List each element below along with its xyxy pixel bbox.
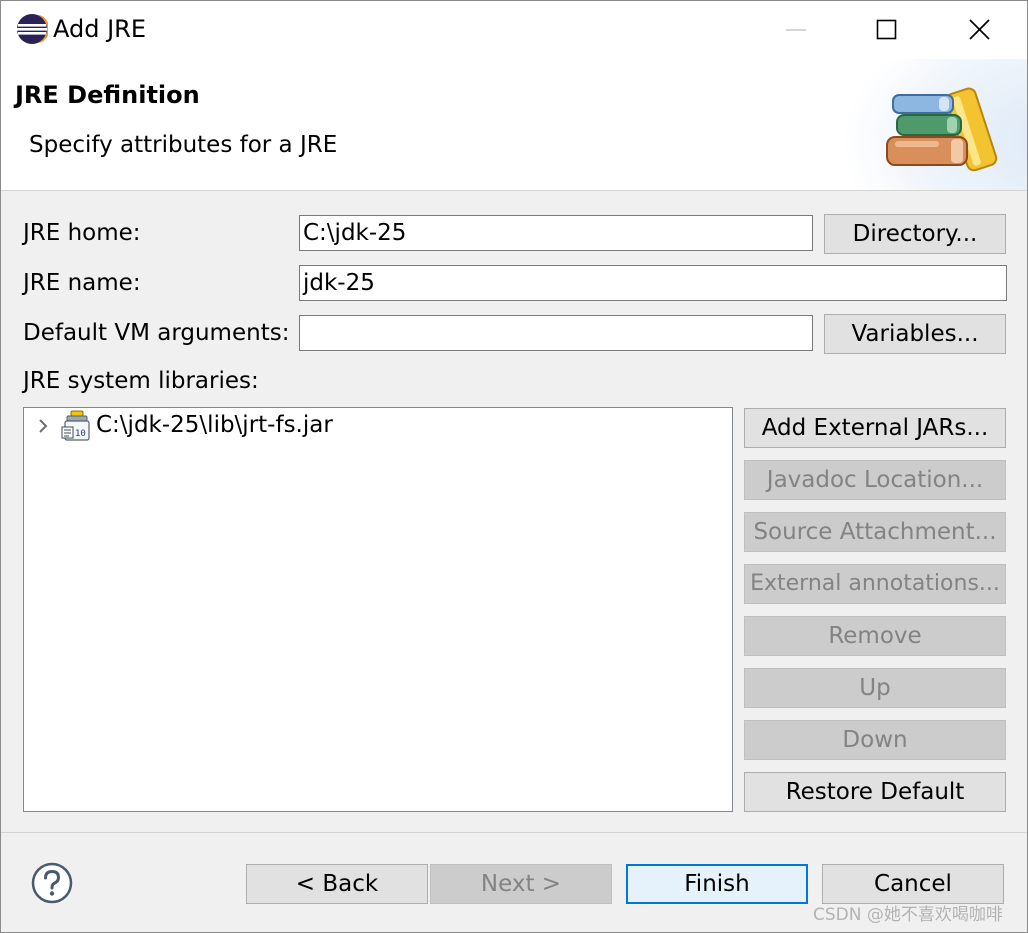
maximize-button[interactable] [863,1,909,59]
restore-default-button[interactable]: Restore Default [744,772,1006,812]
directory-button[interactable]: Directory... [824,214,1006,254]
jre-name-field[interactable]: jdk-25 [299,265,1007,301]
jre-home-field[interactable]: C:\jdk-25 [299,215,813,251]
source-attachment-button[interactable]: Source Attachment... [744,512,1006,552]
watermark: CSDN @她不喜欢喝咖啡 [813,905,1003,925]
title-bar: Add JRE [1,1,1027,59]
variables-button[interactable]: Variables... [824,314,1006,354]
finish-button[interactable]: Finish [626,864,808,904]
close-button[interactable] [956,1,1002,59]
vm-arguments-label: Default VM arguments: [23,320,290,346]
svg-text:10: 10 [75,429,86,439]
chevron-right-icon[interactable] [36,417,50,435]
minimize-button[interactable] [773,1,819,59]
vm-arguments-field[interactable] [299,315,813,351]
add-external-jars-button[interactable]: Add External JARs... [744,408,1006,448]
eclipse-icon [16,13,50,45]
jre-name-label: JRE name: [23,270,141,296]
help-button[interactable] [31,862,73,904]
tree-item-label: C:\jdk-25\lib\jrt-fs.jar [96,412,333,438]
javadoc-location-button[interactable]: Javadoc Location... [744,460,1006,500]
system-libraries-label: JRE system libraries: [23,368,259,394]
jre-books-icon [881,79,1001,179]
next-button[interactable]: Next > [430,864,612,904]
wizard-banner: JRE Definition Specify attributes for a … [1,59,1027,191]
maximize-icon [876,19,897,40]
up-button[interactable]: Up [744,668,1006,708]
system-libraries-tree[interactable]: 10 C:\jdk-25\lib\jrt-fs.jar [23,407,733,812]
add-jre-dialog: Add JRE JRE Definition Specify attribute… [0,0,1028,933]
jre-home-label: JRE home: [23,220,141,246]
page-title: JRE Definition [15,81,200,109]
window-title: Add JRE [53,15,147,43]
external-annotations-button[interactable]: External annotations... [744,564,1006,604]
cancel-button[interactable]: Cancel [822,864,1004,904]
page-description: Specify attributes for a JRE [29,132,338,158]
jar-file-icon: 10 [61,410,90,441]
back-button[interactable]: < Back [246,864,428,904]
help-icon [31,862,73,904]
minimize-icon [786,29,806,31]
tree-item[interactable]: 10 C:\jdk-25\lib\jrt-fs.jar [24,408,724,444]
footer-separator [1,832,1027,833]
remove-button[interactable]: Remove [744,616,1006,656]
close-icon [969,19,990,40]
down-button[interactable]: Down [744,720,1006,760]
